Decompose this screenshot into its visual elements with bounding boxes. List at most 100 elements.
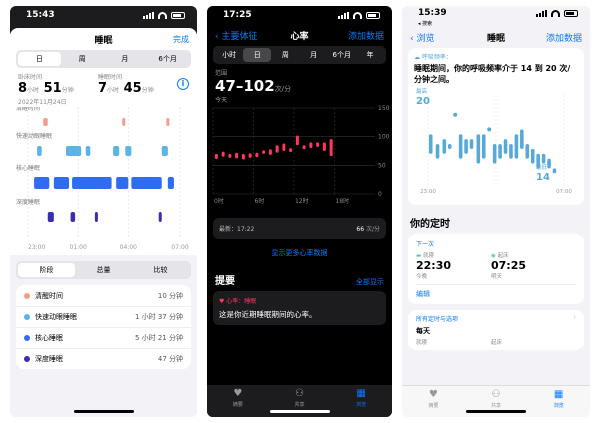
- heart-rate-bar: [248, 153, 252, 158]
- stage-row-label: 快速动眼睡眠: [16, 132, 52, 140]
- stage-value: 47 分钟: [157, 355, 183, 363]
- tab-week[interactable]: 周: [271, 48, 299, 62]
- x-tick-label: 07:00: [171, 244, 188, 251]
- show-all-link[interactable]: 全部显示: [356, 277, 384, 287]
- sleep-navbar: ‹ 浏览 睡眠 添加数据: [402, 26, 590, 48]
- resp-range-bar: [530, 148, 535, 164]
- wake-label-2: 起床: [491, 340, 503, 346]
- grid-icon: ▦: [553, 389, 564, 400]
- x-tick-label: 23:00: [420, 189, 436, 195]
- resp-range-bar: [552, 168, 557, 174]
- stage-value: 10 分钟: [157, 291, 183, 300]
- heart-rate-bar: [316, 142, 320, 147]
- asleep-value: 7小时 45分钟: [98, 81, 154, 96]
- sleep-stage-chart: 清醒时间快速动眼睡眠核心睡眠深度睡眠 23:00 01:00 04:00 07:00: [16, 107, 189, 251]
- tab-hour[interactable]: 小时: [215, 48, 243, 62]
- min-value: 14: [536, 172, 550, 183]
- wake-block: ◉ 起床 07:25 明天: [491, 253, 527, 280]
- respiratory-highlight-card[interactable]: ☁ 呼吸频率： 睡眠期间，你的呼吸频率介于 14 到 20 次/分钟之间。 最高…: [408, 48, 584, 205]
- tab-summary[interactable]: ♥ 摘要: [233, 389, 243, 409]
- edit-schedule-button[interactable]: 编辑: [416, 284, 576, 299]
- battery-icon: [366, 11, 380, 19]
- stage-row[interactable]: 深度睡眠 47 分钟: [16, 348, 191, 369]
- tab-6months[interactable]: 6个月: [328, 48, 356, 62]
- stage-label: 核心睡眠: [35, 334, 63, 342]
- max-label: 最高: [416, 87, 428, 95]
- resp-range-bar: [503, 139, 508, 154]
- resp-range-bar: [541, 153, 546, 164]
- back-button[interactable]: ‹ 主要体征: [215, 29, 257, 42]
- tab-summary[interactable]: ♥ 摘要: [428, 390, 438, 410]
- wifi-icon: [158, 11, 167, 19]
- sleep-stage-segment: [37, 146, 42, 156]
- schedule-card: 下一次 ▬ 就寝 22:30 今晚 ◉ 起床 07:25 明天 编辑: [408, 234, 584, 304]
- all-schedules-card[interactable]: 所有定时与选项 › 每天 就寝 起床: [408, 310, 584, 350]
- resp-range-bar: [476, 134, 481, 164]
- status-bar: 15:39: [402, 6, 590, 20]
- status-time: 15:43: [26, 10, 55, 20]
- stage-color-dot: [24, 356, 30, 362]
- resp-range-bar: [435, 144, 440, 159]
- sleep-stage-segment: [158, 212, 162, 222]
- stage-row[interactable]: 清醒时间 10 分钟: [16, 285, 191, 306]
- status-bar: 17:25: [207, 6, 392, 24]
- show-more-heart-data-link[interactable]: 显示更多心率数据: [207, 248, 392, 258]
- x-tick-label: 04:00: [120, 244, 137, 251]
- tab-comparisons[interactable]: 比较: [132, 263, 189, 277]
- wifi-icon: [551, 9, 560, 17]
- status-bar: 15:43: [10, 6, 197, 24]
- in-bed-value: 8小时 51分钟: [18, 81, 74, 96]
- wifi-icon: [353, 11, 362, 19]
- highlight-card[interactable]: ♥ 心率：睡眠 这是你近期睡眠期间的心率。: [213, 291, 386, 325]
- sleep-stage-segment: [122, 118, 126, 126]
- y-tick-label: 150: [378, 105, 390, 112]
- x-tick-label: 0时: [214, 197, 224, 205]
- back-button[interactable]: ‹ 浏览: [410, 31, 434, 44]
- tab-week[interactable]: 周: [61, 52, 104, 66]
- add-data-button[interactable]: 添加数据: [546, 31, 582, 44]
- heart-rate-bar: [228, 153, 232, 158]
- home-indicator: [73, 410, 134, 413]
- sleep-stage-segment: [131, 177, 162, 189]
- add-data-button[interactable]: 添加数据: [348, 29, 384, 42]
- all-schedules-label: 所有定时与选项: [416, 316, 459, 323]
- heart-rate-bar: [295, 135, 299, 146]
- tab-sharing[interactable]: ⚇ 共享: [294, 389, 304, 409]
- phone-sleep-screen: 15:43 睡眠 完成 日 周 月 6个月 卧床时间 8小时 51分钟 睡眠时间…: [10, 6, 197, 417]
- sleep-navbar: 睡眠 完成: [10, 28, 197, 50]
- latest-value: 66 次/分: [356, 226, 380, 233]
- stage-label: 快速动眼睡眠: [35, 313, 77, 321]
- stage-row[interactable]: 快速动眼睡眠 1 小时 37 分钟: [16, 306, 191, 327]
- bedtime-block: ▬ 就寝 22:30 今晚: [416, 251, 491, 280]
- latest-reading-card[interactable]: 最新：17:22 66 次/分: [213, 218, 386, 239]
- done-button[interactable]: 完成: [173, 34, 189, 45]
- tab-month[interactable]: 月: [104, 52, 147, 66]
- tab-day[interactable]: 日: [243, 48, 272, 62]
- sleep-stage-segment: [72, 177, 112, 189]
- tab-browse[interactable]: ▦ 浏览: [356, 388, 366, 409]
- tab-6months[interactable]: 6个月: [146, 52, 189, 66]
- info-icon[interactable]: i: [177, 78, 189, 90]
- tab-amounts[interactable]: 总量: [75, 263, 132, 277]
- sleep-summary: 卧床时间 8小时 51分钟 睡眠时间 7小时 45分钟 i: [10, 68, 197, 96]
- tab-month[interactable]: 月: [300, 48, 328, 62]
- resp-range-bar: [520, 129, 524, 149]
- heart-rate-bar: [302, 145, 306, 150]
- sleep-stage-segment: [85, 146, 91, 156]
- heart-rate-bar: [255, 152, 259, 158]
- tab-sharing[interactable]: ⚇ 共享: [491, 390, 501, 410]
- resp-range-bar: [481, 134, 486, 159]
- sleep-detail-section: 阶段 总量 比较 清醒时间 10 分钟 快速动眼睡眠 1 小时 37 分钟 核心睡眠 5 …: [10, 255, 197, 369]
- tab-day[interactable]: 日: [18, 52, 61, 66]
- tab-stages[interactable]: 阶段: [18, 263, 75, 277]
- stage-row[interactable]: 核心睡眠 5 小时 21 分钟: [16, 327, 191, 348]
- resp-point: [453, 112, 458, 117]
- sleep-stage-segment: [125, 146, 132, 156]
- tab-browse[interactable]: ▦ 浏览: [553, 389, 564, 410]
- sleep-stage-segment: [166, 118, 170, 126]
- tab-year[interactable]: 年: [356, 48, 384, 62]
- sleep-date: 2022年11月24日: [18, 99, 67, 106]
- x-tick-label: 07:00: [556, 189, 572, 195]
- sleep-stage-segment: [116, 177, 129, 189]
- grid-icon: ▦: [356, 388, 366, 399]
